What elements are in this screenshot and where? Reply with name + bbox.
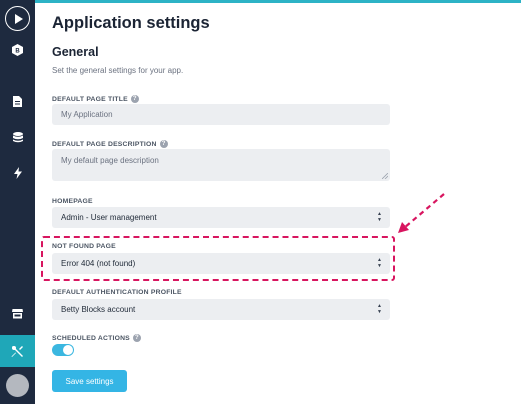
help-icon[interactable]: ?	[132, 334, 141, 342]
scheduled-actions-toggle[interactable]	[52, 344, 74, 356]
scheduled-actions-label: SCHEDULED ACTIONS?	[52, 334, 141, 342]
default-authentication-profile-select[interactable]: Betty Blocks account ▲ ▼	[52, 299, 390, 320]
svg-text:B: B	[15, 49, 20, 55]
tools-icon[interactable]	[0, 335, 35, 367]
bolt-icon[interactable]	[0, 167, 35, 179]
store-icon[interactable]	[0, 308, 35, 319]
toggle-knob	[63, 345, 73, 355]
select-arrows-icon: ▲ ▼	[377, 211, 382, 223]
blocks-icon[interactable]: B	[0, 44, 35, 56]
default-page-description-label: DEFAULT PAGE DESCRIPTION?	[52, 140, 168, 148]
default-authentication-profile-label: DEFAULT AUTHENTICATION PROFILE	[52, 289, 182, 296]
avatar[interactable]	[6, 374, 29, 397]
default-page-title-input[interactable]: My Application	[52, 104, 390, 125]
page-title: Application settings	[52, 14, 210, 32]
homepage-select[interactable]: Admin - User management ▲ ▼	[52, 207, 390, 228]
section-description: Set the general settings for your app.	[52, 66, 184, 75]
default-page-description-textarea[interactable]: My default page description	[52, 149, 390, 181]
default-page-title-label: DEFAULT PAGE TITLE?	[52, 95, 139, 103]
default-authentication-profile-value: Betty Blocks account	[61, 305, 136, 314]
save-settings-button[interactable]: Save settings	[52, 370, 127, 392]
annotation-arrow-icon	[398, 193, 445, 233]
highlight-box	[41, 236, 395, 281]
page-icon[interactable]	[0, 96, 35, 107]
textarea-placeholder: My default page description	[61, 156, 159, 165]
homepage-value: Admin - User management	[61, 213, 157, 222]
database-icon[interactable]	[0, 132, 35, 143]
help-icon[interactable]: ?	[159, 140, 168, 148]
homepage-label: HOMEPAGE	[52, 198, 93, 205]
resize-handle-icon[interactable]	[382, 173, 388, 179]
top-accent-bar	[35, 0, 521, 3]
play-icon[interactable]	[5, 6, 30, 31]
select-arrows-icon: ▲ ▼	[377, 303, 382, 315]
section-title: General	[52, 45, 99, 59]
help-icon[interactable]: ?	[130, 95, 139, 103]
sidebar: B	[0, 0, 35, 404]
